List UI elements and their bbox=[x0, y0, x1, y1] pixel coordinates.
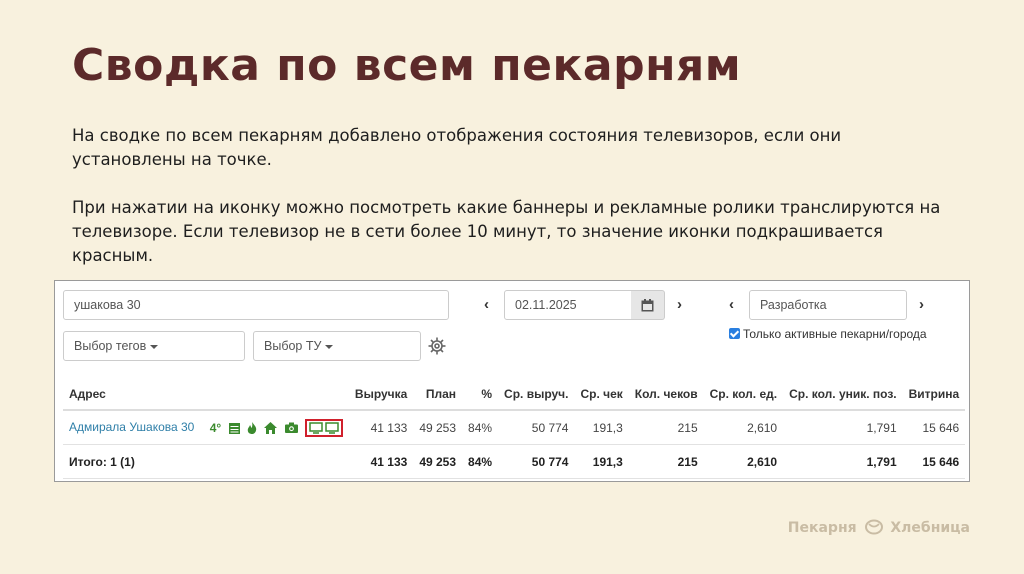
tv-status-box[interactable] bbox=[304, 418, 343, 437]
table-row: Адмирала Ушакова 30 4° 41 133 49 253 84%… bbox=[63, 410, 966, 445]
col-header[interactable]: Ср. кол. ед. bbox=[703, 379, 784, 411]
gear-icon[interactable] bbox=[428, 337, 446, 355]
bakery-address-link[interactable]: Адмирала Ушакова 30 bbox=[69, 420, 194, 434]
date-next-button[interactable]: › bbox=[677, 296, 682, 313]
col-header[interactable]: План bbox=[413, 379, 463, 411]
tags-select-label: Выбор тегов bbox=[74, 339, 147, 353]
total-percent-cell: 84% bbox=[462, 444, 499, 479]
active-only-label: Только активные пекарни/города bbox=[743, 327, 927, 341]
total-plan-cell: 49 253 bbox=[413, 444, 463, 479]
description-paragraph-1: На сводке по всем пекарням добавлено ото… bbox=[72, 126, 842, 169]
col-header[interactable]: Ср. чек bbox=[574, 379, 629, 411]
env-next-button[interactable]: › bbox=[919, 296, 924, 313]
showcase-cell: 15 646 bbox=[902, 410, 966, 445]
table-header-row: Адрес Выручка План % Ср. выруч. Ср. чек … bbox=[63, 379, 966, 411]
avg-revenue-cell: 50 774 bbox=[498, 410, 575, 445]
logo-text-left: Пекарня bbox=[787, 520, 857, 536]
col-header[interactable]: Ср. выруч. bbox=[498, 379, 575, 411]
tags-select[interactable]: Выбор тегов bbox=[63, 331, 245, 361]
bakery-summary-table: Адрес Выручка План % Ср. выруч. Ср. чек … bbox=[63, 379, 966, 479]
total-checks-count-cell: 215 bbox=[628, 444, 704, 479]
col-header[interactable]: Адрес bbox=[63, 379, 349, 411]
address-cell: Адмирала Ушакова 30 4° bbox=[63, 410, 349, 445]
checks-count-cell: 215 bbox=[628, 410, 704, 445]
date-prev-button[interactable]: ‹ bbox=[484, 296, 489, 313]
avg-check-cell: 191,3 bbox=[574, 410, 629, 445]
app-screenshot: ушакова 30 ‹ 02.11.2025 › ‹ Разработка ›… bbox=[54, 280, 970, 482]
plan-cell: 49 253 bbox=[413, 410, 463, 445]
avg-units-cell: 2,610 bbox=[703, 410, 784, 445]
total-avg-units-cell: 2,610 bbox=[703, 444, 784, 479]
tu-select-label: Выбор ТУ bbox=[264, 339, 322, 353]
calendar-icon bbox=[641, 299, 654, 312]
col-header[interactable]: Ср. кол. уник. поз. bbox=[783, 379, 903, 411]
home-icon[interactable] bbox=[264, 421, 278, 434]
active-only-checkbox[interactable]: Только активные пекарни/города bbox=[729, 327, 927, 341]
environment-select[interactable]: Разработка bbox=[749, 290, 907, 320]
status-icons: 4° bbox=[210, 418, 343, 437]
col-header[interactable]: Выручка bbox=[348, 379, 414, 411]
logo-text-right: Хлебница bbox=[890, 520, 970, 536]
total-avg-check-cell: 191,3 bbox=[574, 444, 629, 479]
brand-logo: Пекарня Хлебница bbox=[788, 519, 970, 536]
total-revenue-cell: 41 133 bbox=[348, 444, 414, 479]
tu-select[interactable]: Выбор ТУ bbox=[253, 331, 421, 361]
revenue-cell: 41 133 bbox=[348, 410, 414, 445]
chevron-down-icon bbox=[150, 344, 159, 349]
checkbox-checked-icon bbox=[729, 328, 740, 339]
date-input[interactable]: 02.11.2025 bbox=[504, 290, 632, 320]
percent-cell: 84% bbox=[462, 410, 499, 445]
total-row: Итого: 1 (1) 41 133 49 253 84% 50 774 19… bbox=[63, 444, 966, 479]
total-label: Итого: 1 (1) bbox=[63, 444, 349, 479]
col-header[interactable]: Витрина bbox=[902, 379, 966, 411]
total-showcase-cell: 15 646 bbox=[902, 444, 966, 479]
fire-icon[interactable] bbox=[247, 421, 257, 434]
tv-icon bbox=[309, 421, 339, 434]
col-header[interactable]: Кол. чеков bbox=[628, 379, 704, 411]
calendar-button[interactable] bbox=[631, 290, 665, 320]
total-avg-unique-items-cell: 1,791 bbox=[783, 444, 903, 479]
chevron-down-icon bbox=[325, 344, 334, 349]
description-paragraph-2: При нажатии на иконку можно посмотреть к… bbox=[72, 198, 941, 265]
total-avg-revenue-cell: 50 774 bbox=[498, 444, 575, 479]
calendar-icon[interactable] bbox=[228, 422, 240, 434]
avg-unique-items-cell: 1,791 bbox=[783, 410, 903, 445]
env-prev-button[interactable]: ‹ bbox=[729, 296, 734, 313]
col-header[interactable]: % bbox=[462, 379, 499, 411]
camera-icon[interactable] bbox=[284, 422, 298, 433]
search-input[interactable]: ушакова 30 bbox=[63, 290, 449, 320]
bakery-logo-icon bbox=[864, 519, 883, 535]
slide-title: Сводка по всем пекарням bbox=[72, 40, 742, 91]
temperature-value[interactable]: 4° bbox=[210, 421, 221, 435]
